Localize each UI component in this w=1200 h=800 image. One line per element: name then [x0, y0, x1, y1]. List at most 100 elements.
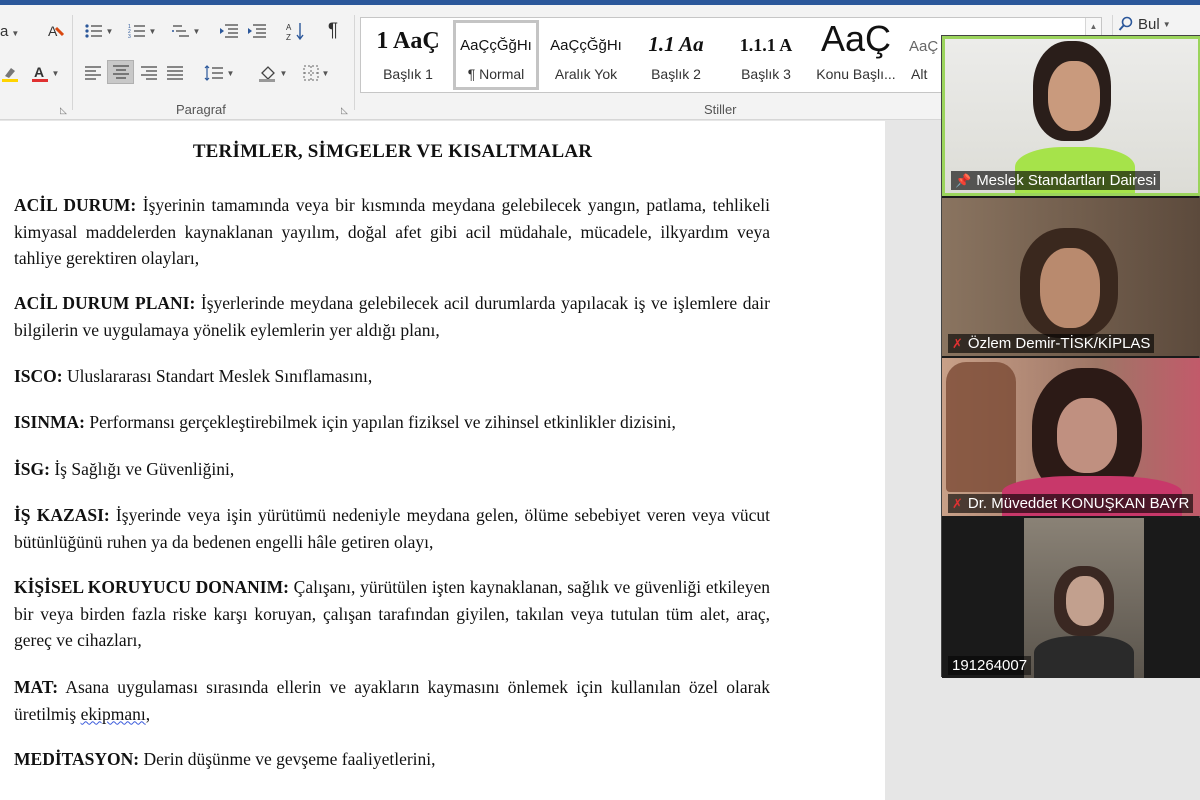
justify-icon[interactable] — [162, 61, 188, 85]
entry-isinma[interactable]: ISINMA: Performansı gerçekleştirebilmek … — [14, 409, 770, 436]
entry-kkd[interactable]: KİŞİSEL KORUYUCU DONANIM: Çalışanı, yürü… — [14, 574, 770, 654]
participant-name: Özlem Demir-TİSK/KİPLAS — [967, 335, 1151, 352]
mic-muted-icon: ✗ — [952, 335, 963, 351]
clear-formatting-icon[interactable]: A — [44, 19, 68, 43]
participant-name-bar: 📌 Meslek Standartları Dairesi — [951, 171, 1161, 190]
person-face — [1066, 576, 1104, 626]
style-name: Konu Başlı... — [816, 66, 896, 82]
entry-term: ISCO: — [14, 366, 63, 386]
style-name: Başlık 1 — [383, 66, 433, 82]
font-glyph: a — [0, 23, 9, 40]
participant-tile[interactable]: 191264007 — [942, 518, 1200, 678]
entry-term: İŞ KAZASI: — [14, 505, 110, 525]
paragraph-dialog-launcher-icon[interactable]: ◺ — [341, 105, 348, 116]
increase-indent-icon[interactable] — [244, 19, 270, 43]
entry-text: Performansı gerçekleştirebilmek için yap… — [84, 412, 676, 432]
entry-term: MEDİTASYON: — [14, 749, 140, 769]
pin-icon: 📌 — [955, 172, 972, 188]
participant-tile[interactable]: ✗ Dr. Müveddet KONUŞKAN BAYR — [942, 358, 1200, 516]
group-separator — [354, 15, 355, 110]
video-feed — [942, 358, 1200, 516]
entry-mat[interactable]: MAT: Asana uygulaması sırasında ellerin … — [14, 674, 770, 727]
style-heading-2[interactable]: 1.1 Aa Başlık 2 — [633, 20, 719, 90]
paragraph-group-label: Paragraf — [176, 102, 226, 117]
find-label: Bul — [1138, 15, 1160, 33]
entry-meditasyon[interactable]: MEDİTASYON: Derin düşünme ve gevşeme faa… — [14, 746, 770, 773]
entry-term: ACİL DURUM: — [14, 195, 137, 215]
style-name: Başlık 2 — [651, 66, 701, 82]
entry-term: ISINMA: — [14, 412, 85, 432]
style-sample: AaÇçĞğHı — [460, 37, 532, 54]
style-title[interactable]: AaÇ Konu Başlı... — [813, 20, 899, 90]
document-title: TERİMLER, SİMGELER VE KISALTMALAR — [192, 141, 593, 162]
participant-tile[interactable]: ✗ Özlem Demir-TİSK/KİPLAS — [942, 198, 1200, 356]
numbering-icon[interactable]: 1 2 3 ▼ — [124, 19, 160, 43]
entry-text: Uluslararası Standart Meslek Sınıflaması… — [62, 366, 373, 386]
chevron-up-icon[interactable]: ▲ — [1086, 22, 1101, 31]
style-subtitle[interactable]: AaÇ Alt — [903, 20, 943, 90]
svg-text:A: A — [34, 64, 44, 80]
person-face — [1057, 398, 1117, 473]
group-separator — [72, 15, 73, 110]
svg-text:Z: Z — [286, 33, 291, 41]
search-icon — [1118, 16, 1133, 31]
align-left-icon[interactable] — [80, 61, 106, 85]
font-size-partial[interactable]: a ▼ — [0, 23, 19, 40]
style-no-spacing[interactable]: AaÇçĞğHı Aralık Yok — [543, 20, 629, 90]
line-spacing-icon[interactable]: ▼ — [200, 61, 238, 85]
font-color-icon[interactable]: A ▼ — [28, 61, 62, 85]
style-name: Alt — [911, 66, 928, 82]
entry-term: KİŞİSEL KORUYUCU DONANIM: — [14, 577, 289, 597]
entry-isg[interactable]: İSG: İş Sağlığı ve Güvenliğini, — [14, 456, 770, 483]
find-button[interactable]: Bul ▼ — [1118, 12, 1178, 36]
participant-name-bar: ✗ Özlem Demir-TİSK/KİPLAS — [948, 334, 1155, 353]
svg-text:A: A — [286, 23, 292, 32]
spelling-flagged-word[interactable]: ekipmanı — [81, 704, 146, 724]
video-feed — [945, 39, 1198, 193]
participant-name-bar: 191264007 — [948, 656, 1032, 675]
style-heading-3[interactable]: 1.1.1 A Başlık 3 — [723, 20, 809, 90]
style-sample: 1.1 Aa — [648, 32, 704, 56]
sort-icon[interactable]: AZ — [283, 19, 309, 43]
participant-name: Dr. Müveddet KONUŞKAN BAYR — [967, 495, 1190, 512]
svg-text:A: A — [48, 23, 58, 39]
shading-icon[interactable]: ▼ — [254, 61, 292, 85]
style-heading-1[interactable]: 1 AaÇ Başlık 1 — [365, 20, 451, 90]
video-participants-panel: 📌 Meslek Standartları Dairesi ✗ Özlem De… — [941, 35, 1200, 678]
person-face — [1040, 248, 1100, 328]
entry-acil-durum[interactable]: ACİL DURUM: İşyerinin tamamında veya bir… — [14, 192, 770, 272]
entry-term: İSG: — [14, 459, 50, 479]
style-sample: 1.1.1 A — [739, 35, 793, 55]
multilevel-list-icon[interactable]: ▼ — [168, 19, 204, 43]
mic-muted-icon: ✗ — [952, 495, 963, 511]
highlight-color-icon[interactable] — [0, 61, 22, 85]
entry-acil-durum-plani[interactable]: ACİL DURUM PLANI: İşyerlerinde meydana g… — [14, 290, 770, 343]
entry-is-kazasi[interactable]: İŞ KAZASI: İşyerinde veya işin yürütümü … — [14, 502, 770, 555]
lamp — [946, 362, 1016, 492]
entry-text: İşyerinde veya işin yürütümü nedeniyle m… — [14, 505, 770, 552]
style-name: ¶ Normal — [467, 66, 525, 82]
svg-text:3: 3 — [128, 34, 131, 39]
style-normal[interactable]: AaÇçĞğHı ¶ Normal — [453, 20, 539, 90]
style-name: Başlık 3 — [741, 66, 791, 82]
bullets-icon[interactable]: ▼ — [82, 19, 116, 43]
entry-text-tail: , — [145, 703, 151, 724]
borders-icon[interactable]: ▼ — [296, 61, 336, 85]
font-dialog-launcher-icon[interactable]: ◺ — [60, 105, 67, 116]
decrease-indent-icon[interactable] — [216, 19, 242, 43]
participant-name: Meslek Standartları Dairesi — [976, 172, 1157, 189]
entry-term: MAT: — [14, 677, 59, 697]
align-right-icon[interactable] — [136, 61, 162, 85]
entry-text: İş Sağlığı ve Güvenliğini, — [49, 459, 235, 479]
style-sample: AaÇ — [909, 38, 939, 55]
person-shirt — [1034, 636, 1134, 678]
entry-isco[interactable]: ISCO: Uluslararası Standart Meslek Sınıf… — [14, 363, 770, 390]
video-feed — [942, 198, 1200, 356]
show-formatting-marks-icon[interactable]: ¶ — [320, 19, 346, 43]
video-feed — [1024, 518, 1144, 678]
participant-name-bar: ✗ Dr. Müveddet KONUŞKAN BAYR — [948, 494, 1194, 513]
entry-term: ACİL DURUM PLANI: — [14, 293, 196, 313]
document-page[interactable]: TERİMLER, SİMGELER VE KISALTMALAR ACİL D… — [0, 121, 885, 800]
participant-tile[interactable]: 📌 Meslek Standartları Dairesi — [942, 36, 1200, 196]
align-center-icon[interactable] — [107, 60, 134, 84]
